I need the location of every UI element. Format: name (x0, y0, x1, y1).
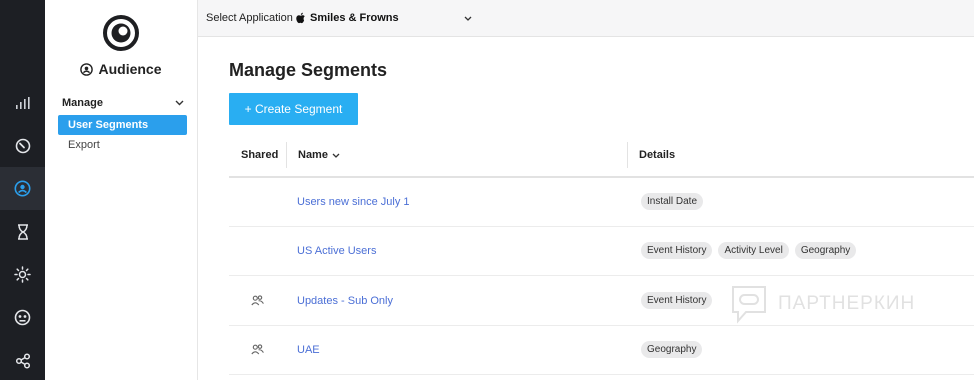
table-row[interactable]: Users new since July 1 Install Date (229, 177, 974, 227)
watermark-logo-icon (732, 286, 766, 324)
share-nodes-icon (15, 352, 30, 369)
page-title: Manage Segments (229, 60, 388, 80)
application-name: Smiles & Frowns (310, 12, 399, 24)
apple-icon (296, 12, 305, 24)
audience-icon (14, 180, 31, 197)
detail-chip: Activity Level (718, 242, 789, 259)
column-divider (627, 142, 628, 168)
sort-chevron-icon (332, 153, 340, 158)
app-selector-bar: Select Application Smiles & Frowns (198, 0, 974, 37)
table-row[interactable]: UAE Geography (229, 325, 974, 375)
rail-item-insights[interactable] (0, 253, 45, 296)
rail-item-retention[interactable] (0, 210, 45, 253)
rail-item-audience[interactable] (0, 167, 45, 210)
section-title: Audience (45, 61, 197, 77)
detail-chip: Geography (794, 242, 857, 259)
nav-item-user-segments[interactable]: User Segments (58, 115, 187, 135)
chevron-down-icon[interactable] (464, 13, 472, 24)
detail-chips: Event History Activity Level Geography (641, 242, 857, 259)
column-divider (286, 142, 287, 168)
manage-group-toggle[interactable]: Manage (62, 97, 184, 109)
column-header-details: Details (639, 149, 676, 161)
shared-users-icon (251, 342, 264, 360)
bar-chart-icon (15, 96, 30, 109)
manage-group-label: Manage (62, 97, 103, 109)
table-header: Shared Name Details (229, 138, 974, 178)
rail-item-analytics[interactable] (0, 81, 45, 124)
detail-chip: Event History (641, 292, 713, 309)
rail-item-automation[interactable] (0, 296, 45, 339)
segment-name-link[interactable]: UAE (297, 344, 320, 356)
select-application-label: Select Application (206, 12, 293, 24)
column-header-shared[interactable]: Shared (241, 149, 278, 161)
rail-item-performance[interactable] (0, 124, 45, 167)
segment-name-link[interactable]: Users new since July 1 (297, 196, 410, 208)
hourglass-icon (17, 223, 28, 240)
icon-rail (0, 0, 45, 380)
rail-item-integrations[interactable] (0, 339, 45, 382)
audience-icon (80, 62, 94, 76)
detail-chips: Event History (641, 292, 713, 309)
robot-face-icon (14, 309, 31, 326)
sun-icon (14, 266, 31, 283)
watermark: ПАРТНЕРКИН (730, 284, 915, 324)
column-header-name-label: Name (298, 149, 328, 161)
speedometer-icon (15, 138, 30, 153)
detail-chips: Geography (641, 341, 703, 358)
detail-chip: Install Date (641, 193, 704, 210)
segment-name-link[interactable]: US Active Users (297, 245, 376, 257)
nav-item-export[interactable]: Export (68, 139, 100, 151)
section-title-label: Audience (98, 61, 162, 77)
application-dropdown[interactable]: Smiles & Frowns (296, 12, 399, 24)
segment-name-link[interactable]: Updates - Sub Only (297, 295, 393, 307)
detail-chips: Install Date (641, 193, 704, 210)
sub-sidebar: Audience Manage User Segments Export (45, 0, 198, 380)
shared-users-icon (251, 293, 264, 311)
create-segment-button[interactable]: + Create Segment (229, 93, 358, 125)
brand-logo-icon (102, 14, 140, 52)
detail-chip: Event History (641, 242, 713, 259)
watermark-text: ПАРТНЕРКИН (778, 293, 916, 314)
detail-chip: Geography (641, 341, 703, 358)
table-row[interactable]: US Active Users Event History Activity L… (229, 226, 974, 276)
column-header-name[interactable]: Name (298, 149, 340, 161)
chevron-down-icon (175, 100, 184, 106)
